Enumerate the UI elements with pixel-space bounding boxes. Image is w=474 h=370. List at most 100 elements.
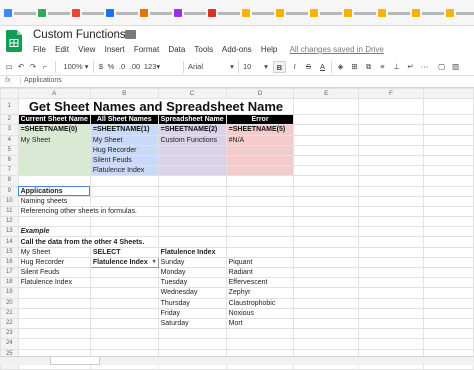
formula-cell[interactable]: =SHEETNAME(1) xyxy=(89,124,159,136)
cell[interactable] xyxy=(17,175,91,187)
col-header[interactable]: D xyxy=(225,87,295,100)
vertical-align-icon[interactable]: ⊥ xyxy=(391,61,402,73)
more-formats-button[interactable]: 123▾ xyxy=(143,61,161,73)
cell[interactable] xyxy=(293,154,360,167)
col-header[interactable]: C xyxy=(157,87,227,100)
cell[interactable] xyxy=(358,246,424,258)
font-size-select[interactable]: 10 xyxy=(243,61,263,73)
cell[interactable] xyxy=(293,236,360,248)
row-header[interactable]: 5 xyxy=(0,144,19,156)
bookmark-item[interactable] xyxy=(174,9,206,18)
col-header[interactable] xyxy=(422,87,474,100)
cell[interactable] xyxy=(293,307,360,319)
row-header[interactable]: 1 xyxy=(0,98,19,116)
cell[interactable] xyxy=(358,134,424,146)
cell[interactable] xyxy=(89,266,159,279)
cell[interactable] xyxy=(293,216,360,228)
cell[interactable] xyxy=(358,175,424,187)
cell[interactable] xyxy=(89,175,159,187)
row-header[interactable]: 17 xyxy=(0,266,19,279)
cell[interactable] xyxy=(225,236,295,248)
cell[interactable]: Hug Recorder xyxy=(89,144,159,156)
cell[interactable] xyxy=(422,256,474,269)
row-header[interactable]: 19 xyxy=(0,287,19,299)
cell[interactable] xyxy=(157,154,227,167)
cell[interactable]: Thursday xyxy=(157,297,227,309)
row-header[interactable]: 10 xyxy=(0,195,19,207)
cell[interactable]: Custom Functions xyxy=(157,134,227,146)
cell[interactable] xyxy=(225,165,295,177)
undo-icon[interactable]: ↶ xyxy=(16,61,26,73)
row-header[interactable]: 3 xyxy=(0,124,19,136)
cell[interactable] xyxy=(358,266,424,279)
corner-cell[interactable] xyxy=(0,87,19,100)
cell[interactable] xyxy=(293,287,360,299)
row-header[interactable]: 11 xyxy=(0,205,19,218)
cell[interactable]: Flatulence Index xyxy=(17,277,91,289)
cell[interactable] xyxy=(293,165,360,177)
cell[interactable] xyxy=(157,185,227,197)
cell[interactable]: Tuesday xyxy=(157,277,227,289)
bookmark-item[interactable] xyxy=(242,9,274,18)
cell[interactable]: Call the data from the other 4 Sheets. xyxy=(17,236,159,248)
formula-cell[interactable]: =SHEETNAME(0) xyxy=(17,124,91,136)
cell[interactable] xyxy=(358,317,424,330)
cell[interactable] xyxy=(293,205,360,218)
menu-file[interactable]: File xyxy=(33,45,46,54)
row-header[interactable]: 24 xyxy=(0,338,19,350)
font-size-dropdown-icon[interactable]: ▾ xyxy=(262,61,270,73)
cell[interactable] xyxy=(89,307,159,319)
bookmark-item[interactable] xyxy=(310,9,342,18)
cell[interactable]: Noxious xyxy=(225,307,295,319)
row-header[interactable]: 9 xyxy=(0,185,19,197)
cell[interactable] xyxy=(225,144,295,156)
cell[interactable] xyxy=(17,144,91,156)
cell[interactable] xyxy=(422,185,474,197)
strikethrough-button[interactable]: S xyxy=(303,61,314,73)
cell[interactable] xyxy=(293,144,360,156)
cell[interactable]: Mort xyxy=(225,317,295,330)
row-header[interactable]: 15 xyxy=(0,246,19,258)
row-header[interactable]: 16 xyxy=(0,256,19,269)
row-header[interactable]: 18 xyxy=(0,277,19,289)
cell[interactable] xyxy=(358,114,424,126)
bookmark-item[interactable] xyxy=(208,9,240,18)
cell[interactable] xyxy=(293,328,360,340)
cell[interactable] xyxy=(358,124,424,136)
selected-cell[interactable]: Applications xyxy=(17,185,91,197)
cell[interactable]: Sunday xyxy=(157,256,227,269)
cell[interactable] xyxy=(422,277,474,289)
comment-icon[interactable]: ▢ xyxy=(436,61,447,73)
currency-button[interactable]: $ xyxy=(97,61,105,73)
menu-tools[interactable]: Tools xyxy=(194,45,213,54)
cell[interactable] xyxy=(89,317,159,330)
cell[interactable] xyxy=(89,195,159,207)
cell[interactable]: Claustrophobic xyxy=(225,297,295,309)
cell[interactable] xyxy=(422,134,474,146)
cell[interactable] xyxy=(422,205,474,218)
sheet-select-dropdown[interactable]: Flatulence Index ▾ xyxy=(89,256,159,269)
cell[interactable]: My Sheet xyxy=(17,246,91,258)
cell[interactable] xyxy=(293,266,360,279)
row-header[interactable]: 20 xyxy=(0,297,19,309)
bookmark-item[interactable] xyxy=(412,9,444,18)
cell[interactable] xyxy=(293,185,360,197)
row-header[interactable]: 13 xyxy=(0,226,19,238)
cell[interactable] xyxy=(293,98,360,116)
cell[interactable] xyxy=(422,144,474,156)
cell[interactable] xyxy=(157,216,227,228)
menu-edit[interactable]: Edit xyxy=(55,45,69,54)
cell[interactable] xyxy=(422,297,474,309)
cell[interactable] xyxy=(225,246,295,258)
cell[interactable] xyxy=(157,144,227,156)
fill-color-icon[interactable]: ◈ xyxy=(335,61,346,73)
cell[interactable]: Silent Feuds xyxy=(17,266,91,279)
cell[interactable] xyxy=(422,165,474,177)
row-header[interactable]: 23 xyxy=(0,328,19,340)
cell[interactable] xyxy=(225,154,295,167)
cell[interactable] xyxy=(358,236,424,248)
row-header[interactable]: 14 xyxy=(0,236,19,248)
cell[interactable] xyxy=(293,277,360,289)
cell[interactable] xyxy=(358,195,424,207)
menu-data[interactable]: Data xyxy=(168,45,185,54)
